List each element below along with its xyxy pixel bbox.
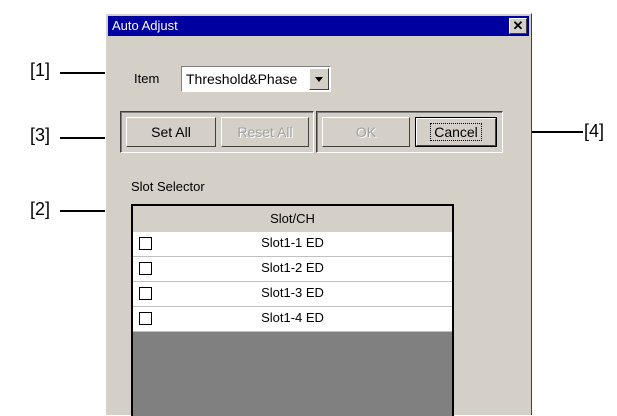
table-row[interactable]: Slot1-1 ED	[133, 232, 452, 257]
cancel-button[interactable]: Cancel	[415, 117, 497, 147]
close-button[interactable]: ✕	[509, 18, 527, 34]
slot-label: Slot1-2 ED	[261, 260, 324, 275]
item-label: Item	[134, 71, 160, 86]
item-select[interactable]: Threshold&Phase	[181, 66, 331, 92]
slot-table: Slot/CH Slot1-1 ED Slot1-2 ED Slot1-3 ED…	[131, 204, 454, 416]
callout-3: [3]	[30, 125, 51, 145]
slot-table-header: Slot/CH	[133, 206, 452, 233]
table-row[interactable]: Slot1-4 ED	[133, 307, 452, 332]
item-select-value: Threshold&Phase	[186, 71, 298, 87]
slot-selector-label: Slot Selector	[131, 179, 205, 194]
callout-1: [1]	[30, 60, 51, 80]
callout-3-line	[60, 137, 108, 139]
table-row[interactable]: Slot1-2 ED	[133, 257, 452, 282]
callout-4: [4]	[584, 121, 605, 141]
ok-cancel-group: OK Cancel	[316, 111, 503, 153]
auto-adjust-dialog: Auto Adjust ✕ Item Threshold&Phase Set A…	[105, 13, 532, 416]
ok-button[interactable]: OK	[322, 117, 410, 147]
slot-label: Slot1-3 ED	[261, 285, 324, 300]
slot-label: Slot1-1 ED	[261, 235, 324, 250]
set-all-button[interactable]: Set All	[126, 117, 216, 147]
cancel-label: Cancel	[430, 123, 482, 141]
slot-label: Slot1-4 ED	[261, 310, 324, 325]
dialog-title: Auto Adjust	[112, 18, 178, 33]
table-row[interactable]: Slot1-3 ED	[133, 282, 452, 307]
chevron-down-icon[interactable]	[309, 68, 329, 90]
reset-all-button[interactable]: Reset All	[221, 117, 309, 147]
callout-2: [2]	[30, 199, 51, 219]
set-reset-group: Set All Reset All	[120, 111, 314, 153]
close-icon: ✕	[512, 18, 524, 33]
title-bar: Auto Adjust ✕	[108, 16, 529, 36]
